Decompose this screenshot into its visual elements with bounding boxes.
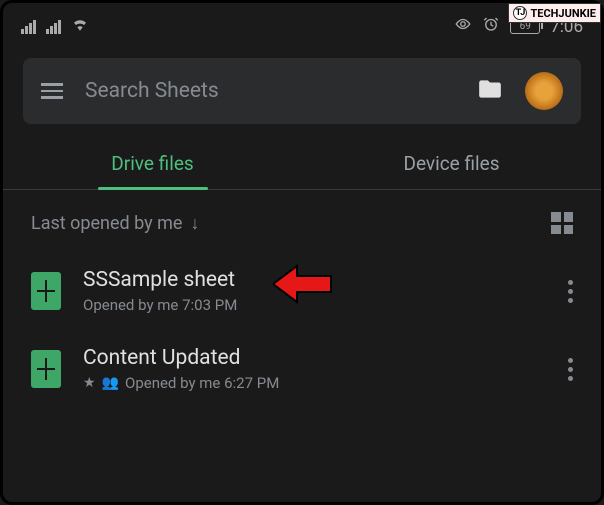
sort-row: Last opened by me ↓ [3, 190, 601, 252]
file-info: Content Updated ★ 👥 Opened by me 6:27 PM [83, 346, 546, 392]
grid-view-icon[interactable] [551, 212, 573, 234]
tabs: Drive files Device files [3, 136, 601, 190]
search-bar[interactable]: Search Sheets [23, 58, 581, 124]
avatar[interactable] [525, 72, 563, 110]
sort-label: Last opened by me [31, 213, 182, 234]
folder-icon[interactable] [477, 76, 503, 106]
visibility-icon [454, 15, 472, 38]
star-icon: ★ [83, 375, 96, 391]
sheets-icon [31, 272, 61, 310]
sheets-icon [31, 350, 61, 388]
watermark: TJ TECHJUNKIE [508, 3, 601, 23]
watermark-text: TECHJUNKIE [530, 7, 596, 20]
more-icon[interactable] [568, 280, 573, 303]
wifi-icon [71, 15, 89, 38]
more-icon[interactable] [568, 358, 573, 381]
tab-device-files[interactable]: Device files [302, 136, 601, 189]
annotation-arrow-icon [273, 263, 333, 305]
sort-button[interactable]: Last opened by me ↓ [31, 213, 199, 234]
sort-arrow-icon: ↓ [190, 213, 199, 234]
alarm-icon [482, 15, 500, 38]
search-input[interactable]: Search Sheets [85, 79, 455, 103]
file-meta: Opened by me 6:27 PM [125, 374, 279, 392]
signal-icon-2 [46, 20, 61, 34]
watermark-logo-icon: TJ [513, 6, 527, 20]
signal-icon [21, 20, 36, 34]
shared-icon: 👥 [102, 375, 119, 391]
file-item[interactable]: SSSample sheet Opened by me 7:03 PM [3, 252, 601, 330]
file-item[interactable]: Content Updated ★ 👥 Opened by me 6:27 PM [3, 330, 601, 408]
file-title: Content Updated [83, 346, 546, 370]
tab-drive-files[interactable]: Drive files [3, 136, 302, 189]
menu-icon[interactable] [41, 83, 63, 99]
